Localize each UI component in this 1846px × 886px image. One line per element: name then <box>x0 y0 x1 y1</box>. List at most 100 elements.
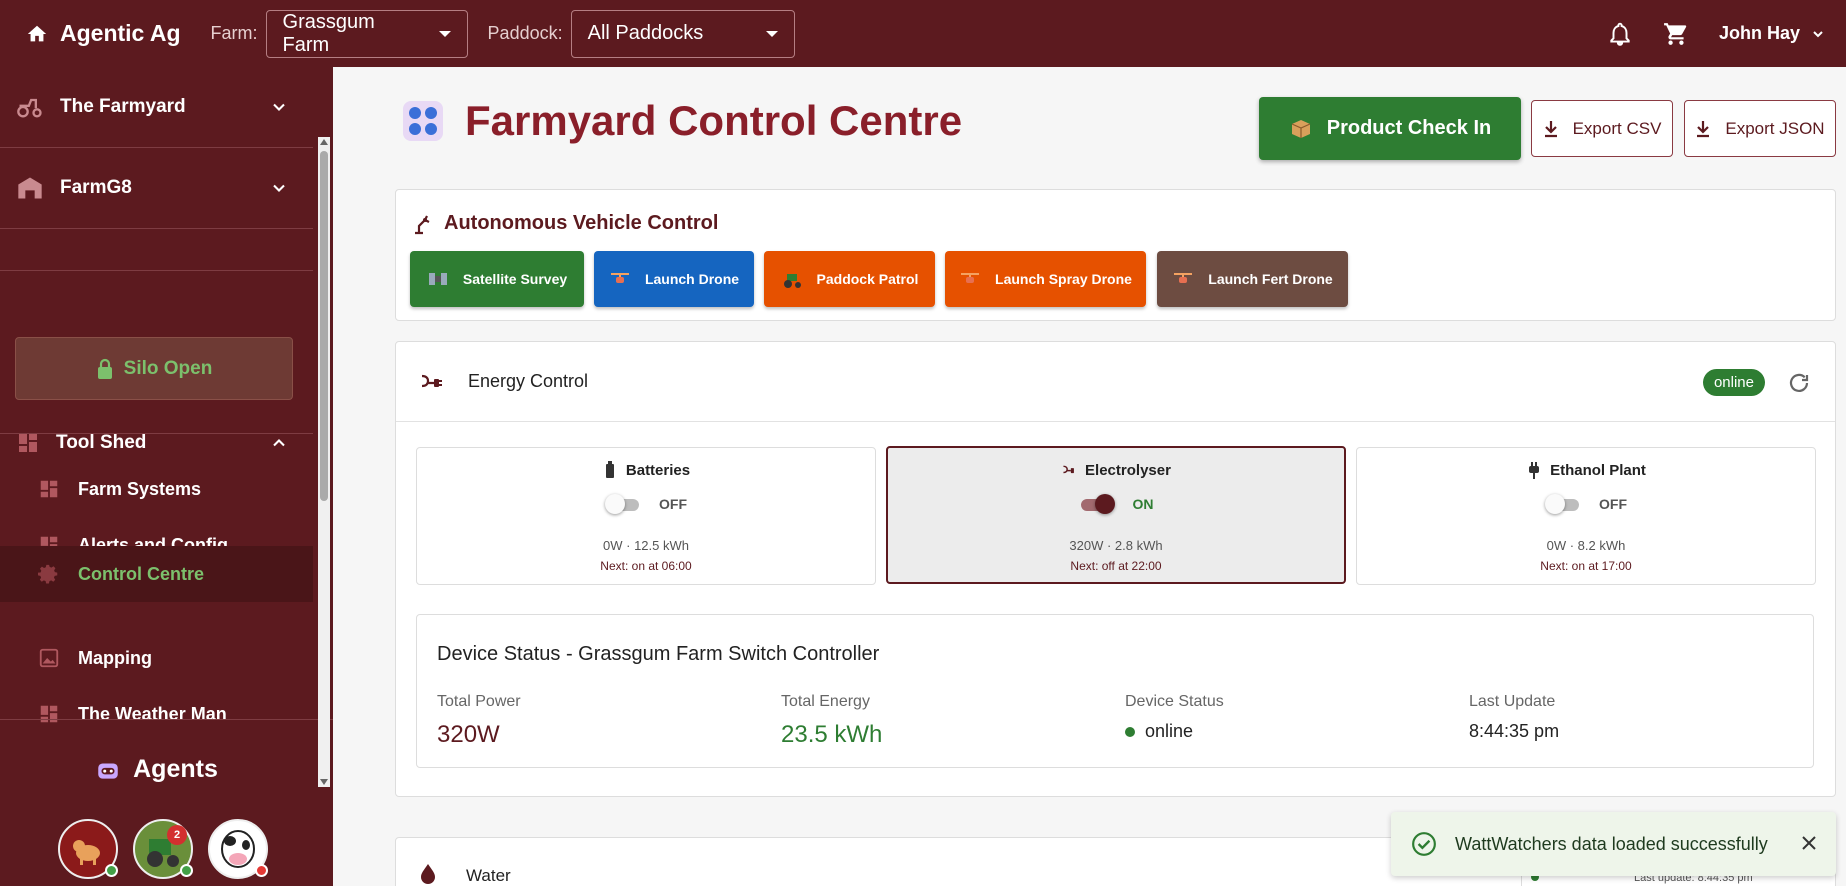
device-card-electrolyser: Electrolyser ON 320W · 2.8 kWh Next: off… <box>886 446 1346 584</box>
drone-icon <box>610 273 629 283</box>
scrollbar-thumb[interactable] <box>320 151 328 501</box>
tractor-icon <box>17 98 42 118</box>
agent-avatar-cow[interactable] <box>208 819 268 879</box>
device-card-ethanol-plant: Ethanol Plant OFF 0W · 8.2 kWh Next: on … <box>1356 447 1816 585</box>
agents-heading: Agents <box>0 755 313 784</box>
download-icon <box>1697 120 1710 137</box>
sidebar-item-control-centre[interactable]: Control Centre <box>0 546 313 602</box>
launch-spray-drone-button[interactable]: Launch Spray Drone <box>945 251 1146 307</box>
stat-value-row: online <box>1125 721 1455 742</box>
total-energy-stat: Total Energy 23.5 kWh <box>781 693 1111 749</box>
sidebar-item-mapping[interactable]: Mapping <box>0 630 313 686</box>
toggle-row: OFF <box>417 494 875 514</box>
sidebar-item-weather-man[interactable]: The Weather Man <box>0 686 313 742</box>
power-plug-icon <box>1529 462 1540 479</box>
brand[interactable]: Agentic Ag <box>26 20 181 47</box>
export-csv-button[interactable]: Export CSV <box>1531 100 1673 157</box>
paddock-select[interactable]: All Paddocks <box>570 9 795 58</box>
sidebar-item-farm-systems[interactable]: Farm Systems <box>0 461 313 517</box>
stat-label: Device Status <box>1125 693 1224 710</box>
launch-fert-drone-button[interactable]: Launch Fert Drone <box>1157 251 1348 307</box>
ethanol-plant-toggle[interactable] <box>1545 494 1581 514</box>
sidebar-item-label: Control Centre <box>78 563 204 584</box>
agents-title: Agents <box>133 755 218 783</box>
chevron-down-icon <box>273 103 285 111</box>
page-title: Farmyard Control Centre <box>465 97 963 144</box>
success-toast: WattWatchers data loaded successfully <box>1391 812 1836 876</box>
product-check-in-label: Product Check In <box>1326 117 1492 139</box>
device-name-row: Batteries <box>417 461 875 479</box>
scroll-down-arrow-icon[interactable] <box>320 779 328 785</box>
sidebar-item-label: Mapping <box>78 647 152 668</box>
close-icon[interactable] <box>1800 834 1818 852</box>
stat-value: 320W <box>437 721 500 748</box>
agent-avatar-tractor[interactable]: 2 <box>133 819 193 879</box>
launch-drone-button[interactable]: Launch Drone <box>594 251 754 307</box>
cart-icon[interactable] <box>1663 21 1689 47</box>
energy-header: Energy Control <box>396 342 1835 422</box>
status-dot-online <box>1125 726 1135 737</box>
paddock-patrol-button[interactable]: Paddock Patrol <box>764 251 935 307</box>
refresh-icon[interactable] <box>1787 371 1811 395</box>
lock-icon <box>97 358 112 379</box>
status-badge: online <box>1702 369 1765 396</box>
agent-avatar-dog[interactable] <box>58 819 118 879</box>
sidebar-section-label: The Farmyard <box>60 96 186 117</box>
sidebar-scrollbar[interactable] <box>318 137 330 787</box>
energy-control-panel: Energy Control online Batteries OFF 0W ·… <box>395 341 1836 797</box>
barn-icon <box>18 177 42 199</box>
device-status-stat: Device Status online <box>1125 693 1455 742</box>
silo-open-button[interactable]: Silo Open <box>15 337 293 400</box>
sidebar-section-farmg8[interactable]: FarmG8 <box>0 148 313 228</box>
divider <box>0 270 313 271</box>
export-csv-label: Export CSV <box>1572 118 1662 138</box>
av-button-label: Launch Drone <box>644 271 740 287</box>
batteries-toggle[interactable] <box>605 494 641 514</box>
toast-message: WattWatchers data loaded successfully <box>1455 833 1768 854</box>
tractor-icon <box>783 274 801 288</box>
sidebar-section-farmyard[interactable]: The Farmyard <box>0 67 313 147</box>
device-name: Batteries <box>625 461 691 479</box>
device-name: Ethanol Plant <box>1550 461 1646 479</box>
stat-label: Total Power <box>437 693 521 710</box>
device-state: OFF <box>659 496 687 512</box>
av-title: Autonomous Vehicle Control <box>444 212 719 234</box>
farm-select[interactable]: Grassgum Farm <box>265 9 468 58</box>
sidebar-section-label: FarmG8 <box>60 177 132 198</box>
device-next-schedule: Next: on at 06:00 <box>600 559 692 573</box>
top-app-bar: Agentic Ag Farm: Grassgum Farm Paddock: … <box>0 0 1846 67</box>
dashboard-icon <box>40 480 58 498</box>
package-icon <box>1291 119 1310 138</box>
sidebar: The Farmyard FarmG8 Silo Open Tool Shed … <box>0 67 333 886</box>
stat-value: 23.5 kWh <box>781 721 883 748</box>
status-dot-online <box>180 864 193 877</box>
toggle-row: OFF <box>1357 494 1815 514</box>
silo-open-label: Silo Open <box>123 357 213 379</box>
satellite-survey-button[interactable]: Satellite Survey <box>410 251 584 307</box>
water-title: Water <box>466 866 511 885</box>
battery-icon <box>605 461 614 478</box>
electrolyser-toggle[interactable] <box>1079 494 1115 514</box>
check-circle-icon <box>1412 832 1436 856</box>
export-json-label: Export JSON <box>1725 118 1825 138</box>
water-drop-icon <box>421 864 435 884</box>
chevron-down-icon[interactable] <box>1810 26 1826 42</box>
satellite-icon <box>428 273 447 285</box>
stat-value: 8:44:35 pm <box>1469 721 1560 741</box>
user-menu[interactable]: John Hay <box>1719 23 1800 44</box>
device-stats: 0W · 8.2 kWh <box>1546 538 1626 553</box>
stat-value: online <box>1145 721 1194 741</box>
main-content: Farmyard Control Centre Product Check In… <box>333 67 1846 886</box>
export-json-button[interactable]: Export JSON <box>1684 100 1836 157</box>
home-icon <box>27 25 47 41</box>
divider <box>0 719 333 720</box>
control-knobs-icon <box>403 101 443 141</box>
brand-title: Agentic Ag <box>60 20 181 46</box>
bell-icon[interactable] <box>1607 21 1633 47</box>
plug-cable-icon <box>421 374 442 387</box>
scroll-up-arrow-icon[interactable] <box>320 139 328 145</box>
device-name: Electrolyser <box>1085 461 1171 479</box>
toggle-row: ON <box>888 494 1344 514</box>
product-check-in-button[interactable]: Product Check In <box>1259 97 1521 160</box>
farm-select-value: Grassgum Farm <box>282 10 375 56</box>
